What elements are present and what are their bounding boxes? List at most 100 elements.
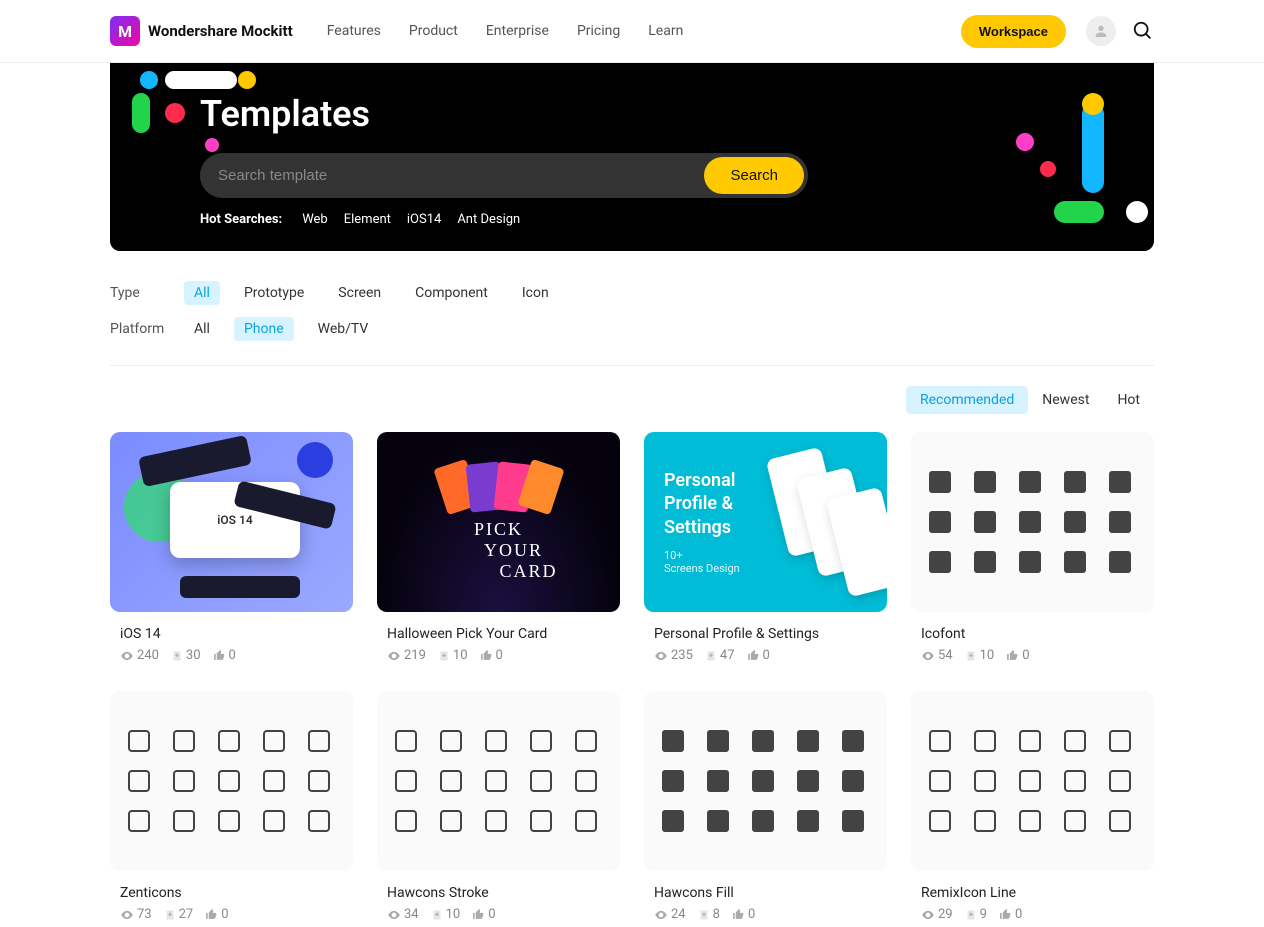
thumbs-up-icon [1006, 649, 1019, 662]
card-stats: 73270 [120, 907, 353, 922]
type-icon[interactable]: Icon [512, 281, 559, 305]
download-icon [438, 650, 450, 662]
deco-dot-icon [1082, 93, 1104, 115]
hero-banner: Templates Search Hot Searches: Web Eleme… [110, 63, 1154, 251]
download-icon [965, 909, 977, 921]
card-stats: 34100 [387, 907, 620, 922]
thumbs-up-icon [480, 649, 493, 662]
thumbs-up-icon [747, 649, 760, 662]
stat-downloads: 10 [965, 648, 995, 663]
deco-dot-icon [1040, 161, 1056, 177]
stat-likes: 0 [480, 648, 503, 663]
user-avatar[interactable] [1086, 16, 1116, 46]
hot-tag-antdesign[interactable]: Ant Design [457, 212, 520, 227]
card-stats: 2480 [654, 907, 887, 922]
header-search-button[interactable] [1132, 20, 1154, 42]
card-thumbnail[interactable]: PersonalProfile &Settings10+Screens Desi… [644, 432, 887, 612]
card-title: Hawcons Stroke [387, 885, 620, 901]
stat-views: 73 [120, 907, 152, 922]
stat-likes: 0 [213, 648, 236, 663]
card-thumbnail[interactable] [110, 691, 353, 871]
card-stats: 219100 [387, 648, 620, 663]
stat-views: 219 [387, 648, 426, 663]
deco-dot-icon [1016, 133, 1034, 151]
platform-phone[interactable]: Phone [234, 317, 294, 341]
sort-recommended[interactable]: Recommended [906, 386, 1028, 414]
user-icon [1093, 23, 1109, 39]
eye-icon [387, 649, 401, 663]
hot-tag-element[interactable]: Element [344, 212, 391, 227]
template-card[interactable]: PersonalProfile &Settings10+Screens Desi… [644, 432, 887, 663]
card-title: RemixIcon Line [921, 885, 1154, 901]
deco-dot-icon [140, 71, 158, 89]
stat-likes: 0 [999, 907, 1022, 922]
deco-pill-icon [132, 93, 150, 133]
brand-name: Wondershare Mockitt [148, 22, 293, 40]
type-prototype[interactable]: Prototype [234, 281, 314, 305]
sort-hot[interactable]: Hot [1103, 386, 1154, 414]
nav-enterprise[interactable]: Enterprise [486, 23, 549, 39]
type-component[interactable]: Component [405, 281, 498, 305]
template-card[interactable]: iOS 14 iOS 14 240300 [110, 432, 353, 663]
card-thumbnail[interactable]: PICKYOURCARD [377, 432, 620, 612]
template-grid: iOS 14 iOS 14 240300 PICKYOURCARDHalloween … [110, 432, 1154, 922]
stat-views: 240 [120, 648, 159, 663]
platform-webtv[interactable]: Web/TV [308, 317, 379, 341]
nav-features[interactable]: Features [327, 23, 381, 39]
eye-icon [921, 908, 935, 922]
type-screen[interactable]: Screen [328, 281, 391, 305]
filter-type-label: Type [110, 285, 170, 301]
eye-icon [654, 908, 668, 922]
card-thumbnail[interactable]: iOS 14 [110, 432, 353, 612]
download-icon [698, 909, 710, 921]
hot-tag-ios14[interactable]: iOS14 [407, 212, 441, 227]
card-thumbnail[interactable] [644, 691, 887, 871]
search-icon [1132, 20, 1154, 42]
stat-downloads: 27 [164, 907, 194, 922]
card-thumbnail[interactable] [377, 691, 620, 871]
download-icon [431, 909, 443, 921]
deco-dot-icon [238, 71, 256, 89]
eye-icon [921, 649, 935, 663]
logo-mark-icon: M [110, 16, 140, 46]
hot-tag-web[interactable]: Web [302, 212, 328, 227]
template-card[interactable]: Icofont54100 [911, 432, 1154, 663]
template-card[interactable]: RemixIcon Line 2990 [911, 691, 1154, 922]
download-icon [164, 909, 176, 921]
hot-label: Hot Searches: [200, 212, 282, 227]
filter-bar: Type All Prototype Screen Component Icon… [110, 275, 1154, 366]
top-header: M Wondershare Mockitt Features Product E… [0, 0, 1264, 63]
thumbs-up-icon [472, 908, 485, 921]
card-stats: 240300 [120, 648, 353, 663]
nav-product[interactable]: Product [409, 23, 458, 39]
nav-learn[interactable]: Learn [648, 23, 683, 39]
deco-dot-icon [165, 103, 185, 123]
nav-pricing[interactable]: Pricing [577, 23, 620, 39]
platform-all[interactable]: All [184, 317, 220, 341]
template-card[interactable]: Hawcons Stroke34100 [377, 691, 620, 922]
card-thumbnail[interactable] [911, 691, 1154, 871]
search-input[interactable] [204, 157, 704, 194]
stat-downloads: 9 [965, 907, 987, 922]
type-all[interactable]: All [184, 281, 220, 305]
sort-newest[interactable]: Newest [1028, 386, 1103, 414]
filter-type-row: Type All Prototype Screen Component Icon [110, 275, 1154, 311]
card-stats: 2990 [921, 907, 1154, 922]
card-thumbnail[interactable] [911, 432, 1154, 612]
card-title: iOS 14 [120, 626, 353, 642]
eye-icon [387, 908, 401, 922]
card-stats: 235470 [654, 648, 887, 663]
brand-logo[interactable]: M Wondershare Mockitt [110, 16, 293, 46]
template-card[interactable]: Zenticons73270 [110, 691, 353, 922]
stat-downloads: 10 [431, 907, 461, 922]
workspace-button[interactable]: Workspace [961, 15, 1066, 48]
main-nav: Features Product Enterprise Pricing Lear… [327, 23, 684, 39]
template-card[interactable]: Hawcons Fill2480 [644, 691, 887, 922]
stat-likes: 0 [747, 648, 770, 663]
stat-views: 34 [387, 907, 419, 922]
search-button[interactable]: Search [704, 157, 804, 194]
template-card[interactable]: PICKYOURCARDHalloween Pick Your Card2191… [377, 432, 620, 663]
download-icon [171, 650, 183, 662]
thumbs-up-icon [205, 908, 218, 921]
stat-downloads: 8 [698, 907, 720, 922]
